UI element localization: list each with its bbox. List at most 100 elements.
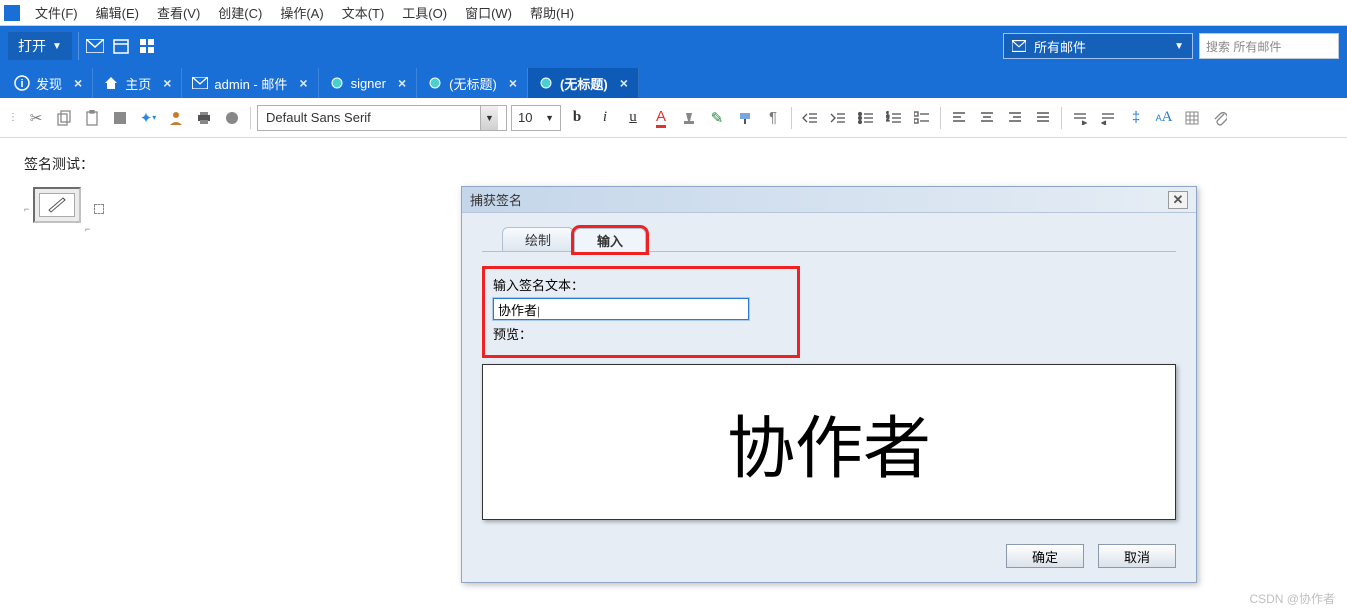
- mail-scope-dropdown[interactable]: 所有邮件 ▼: [1003, 33, 1193, 59]
- paint-icon[interactable]: [733, 106, 757, 130]
- chevron-down-icon: ▼: [480, 106, 498, 130]
- tab-untitled-1[interactable]: (无标题) ×: [417, 68, 528, 98]
- stop-icon[interactable]: [220, 106, 244, 130]
- menu-action[interactable]: 操作(A): [271, 3, 332, 22]
- menu-file[interactable]: 文件(F): [26, 3, 87, 22]
- close-icon[interactable]: ×: [163, 75, 171, 91]
- indent-less-icon[interactable]: [798, 106, 822, 130]
- search-placeholder: 搜索 所有邮件: [1206, 38, 1281, 55]
- ltr-icon[interactable]: [1068, 106, 1092, 130]
- tab-input[interactable]: 输入: [574, 228, 646, 252]
- close-icon[interactable]: ×: [74, 75, 82, 91]
- preview-text: 协作者: [727, 393, 931, 492]
- align-center-icon[interactable]: [975, 106, 999, 130]
- signature-text-input[interactable]: [493, 298, 749, 320]
- tab-discover[interactable]: i 发现 ×: [4, 68, 93, 98]
- align-right-icon[interactable]: [1003, 106, 1027, 130]
- close-icon[interactable]: ×: [620, 75, 628, 91]
- tab-signer[interactable]: signer ×: [319, 68, 418, 98]
- sparkle-icon[interactable]: ✦▾: [136, 106, 160, 130]
- dialog-title: 捕获签名: [470, 190, 522, 209]
- checklist-icon[interactable]: [910, 106, 934, 130]
- menu-edit[interactable]: 编辑(E): [87, 3, 148, 22]
- separator: [78, 32, 79, 60]
- mail-icon[interactable]: [85, 36, 105, 56]
- font-color-button[interactable]: A: [649, 106, 673, 130]
- clear-format-icon[interactable]: [677, 106, 701, 130]
- number-list-icon[interactable]: 12: [882, 106, 906, 130]
- cancel-button[interactable]: 取消: [1098, 544, 1176, 568]
- align-left-icon[interactable]: [947, 106, 971, 130]
- menu-view[interactable]: 查看(V): [148, 3, 209, 22]
- bold-button[interactable]: b: [565, 106, 589, 130]
- svg-text:i: i: [20, 78, 23, 90]
- rtl-icon[interactable]: [1096, 106, 1120, 130]
- tab-label: (无标题): [560, 74, 608, 93]
- dialog-tabs: 绘制 输入: [502, 227, 1176, 251]
- italic-button[interactable]: i: [593, 106, 617, 130]
- calendar-icon[interactable]: [111, 36, 131, 56]
- menu-text[interactable]: 文本(T): [333, 3, 394, 22]
- mail-icon: [1012, 40, 1026, 52]
- search-input[interactable]: 搜索 所有邮件: [1199, 33, 1339, 59]
- tab-draw[interactable]: 绘制: [502, 227, 574, 251]
- attach-icon[interactable]: [1208, 106, 1232, 130]
- table-icon[interactable]: [1180, 106, 1204, 130]
- line-spacing-icon[interactable]: ‡: [1124, 106, 1148, 130]
- mail-icon: [192, 75, 208, 91]
- mail-scope-label: 所有邮件: [1034, 37, 1086, 56]
- ribbon: 打开 ▼ 所有邮件 ▼ 搜索 所有邮件: [0, 26, 1347, 66]
- user-icon[interactable]: [164, 106, 188, 130]
- menu-bar: 文件(F) 编辑(E) 查看(V) 创建(C) 操作(A) 文本(T) 工具(O…: [0, 0, 1347, 26]
- bug-icon: [427, 75, 443, 91]
- open-button[interactable]: 打开 ▼: [8, 32, 72, 60]
- app-icon: [4, 5, 20, 21]
- bullet-list-icon[interactable]: [854, 106, 878, 130]
- apps-icon[interactable]: [137, 36, 157, 56]
- menu-tools[interactable]: 工具(O): [393, 3, 456, 22]
- close-icon[interactable]: ×: [398, 75, 406, 91]
- dialog-titlebar[interactable]: 捕获签名 ✕: [462, 187, 1196, 213]
- tab-label: admin - 邮件: [214, 74, 287, 93]
- menu-create[interactable]: 创建(C): [209, 3, 271, 22]
- close-icon[interactable]: ✕: [1168, 191, 1188, 209]
- font-size-dropdown[interactable]: 10 ▼: [511, 105, 561, 131]
- open-label: 打开: [18, 36, 46, 56]
- menu-help[interactable]: 帮助(H): [521, 3, 583, 22]
- close-icon[interactable]: ×: [509, 75, 517, 91]
- tab-untitled-2[interactable]: (无标题) ×: [528, 68, 639, 98]
- font-name: Default Sans Serif: [266, 110, 371, 125]
- tab-admin-mail[interactable]: admin - 邮件 ×: [182, 68, 318, 98]
- tab-label: 主页: [125, 74, 151, 93]
- copy-icon[interactable]: [52, 106, 76, 130]
- cut-icon[interactable]: ✂: [24, 106, 48, 130]
- resize-handle[interactable]: [94, 204, 104, 214]
- font-family-dropdown[interactable]: Default Sans Serif ▼: [257, 105, 507, 131]
- capture-signature-dialog: 捕获签名 ✕ 绘制 输入 输入签名文本： 预览： 协作者 确定 取消: [461, 186, 1197, 583]
- tab-home[interactable]: 主页 ×: [93, 68, 182, 98]
- underline-button[interactable]: u: [621, 106, 645, 130]
- indent-more-icon[interactable]: [826, 106, 850, 130]
- font-size: 10: [518, 110, 532, 125]
- tab-label: signer: [351, 76, 386, 91]
- menu-window[interactable]: 窗口(W): [456, 3, 521, 22]
- bug-icon: [538, 75, 554, 91]
- signature-field[interactable]: ⌐ ⌐: [24, 187, 90, 223]
- svg-text:2: 2: [886, 117, 890, 123]
- ok-button[interactable]: 确定: [1006, 544, 1084, 568]
- close-icon[interactable]: ×: [299, 75, 307, 91]
- watermark: CSDN @协作者: [1249, 590, 1335, 607]
- chevron-down-icon: ▼: [1174, 41, 1184, 52]
- input-section: 输入签名文本： 预览：: [482, 266, 800, 358]
- paste-icon[interactable]: [80, 106, 104, 130]
- tab-label: 发现: [36, 74, 62, 93]
- grip-icon: ⋮: [6, 112, 20, 123]
- highlight-button[interactable]: ✎: [705, 106, 729, 130]
- tab-label: (无标题): [449, 74, 497, 93]
- align-justify-icon[interactable]: [1031, 106, 1055, 130]
- text-style-icon[interactable]: AA: [1152, 106, 1176, 130]
- chevron-down-icon: ▼: [545, 113, 554, 123]
- paragraph-icon[interactable]: ¶: [761, 106, 785, 130]
- print-icon[interactable]: [192, 106, 216, 130]
- save-icon[interactable]: [108, 106, 132, 130]
